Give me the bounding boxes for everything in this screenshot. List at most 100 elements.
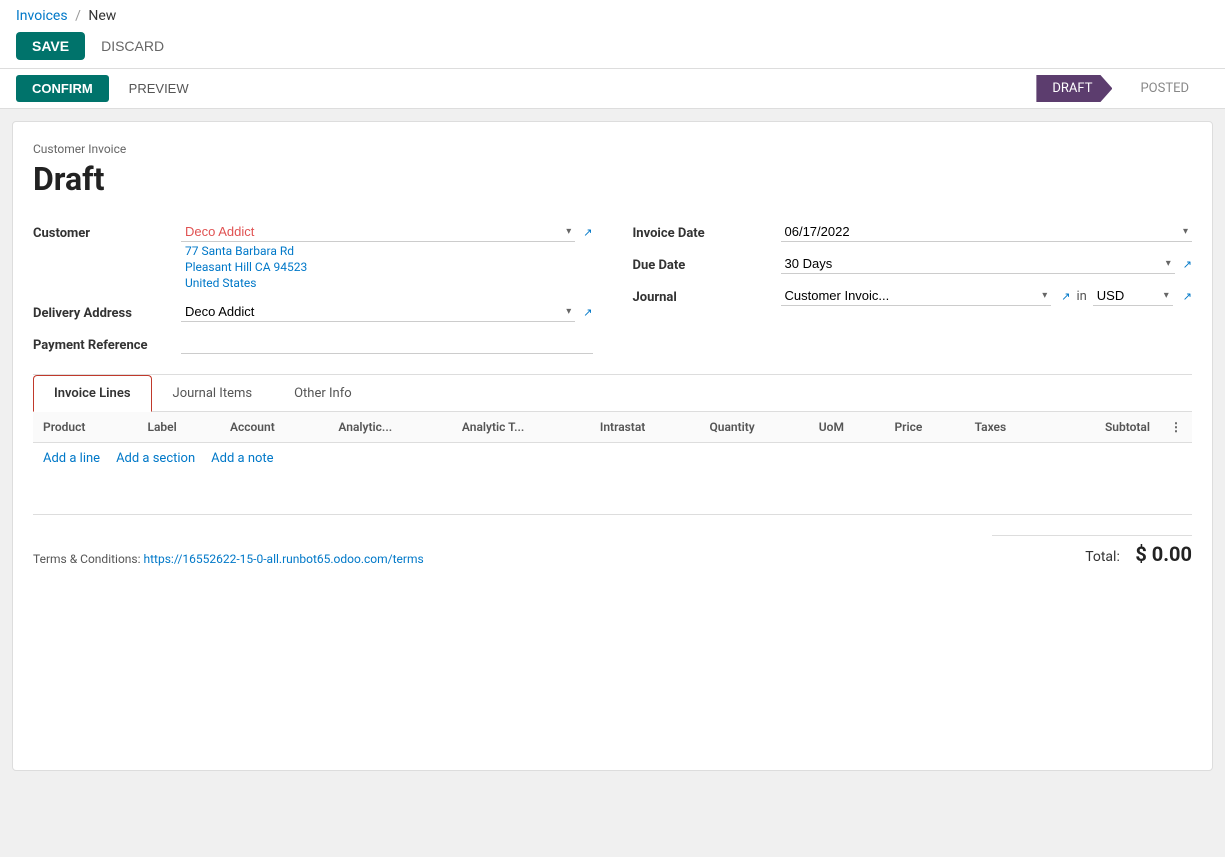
breadcrumb-current: New: [88, 8, 116, 24]
breadcrumb-separator: /: [75, 8, 81, 24]
currency-input[interactable]: [1097, 288, 1164, 303]
status-pipeline: DRAFT POSTED: [1036, 75, 1209, 102]
journal-external-link-icon[interactable]: ↗: [1061, 290, 1070, 303]
terms-link[interactable]: https://16552622-15-0-all.runbot65.odoo.…: [144, 552, 424, 566]
due-date-label: Due Date: [633, 254, 773, 273]
customer-row: Customer ▾ ↗ 77 Santa Barbara Rd Pleasan…: [33, 222, 593, 290]
due-date-external-link-icon[interactable]: ↗: [1183, 258, 1192, 271]
save-button[interactable]: SAVE: [16, 32, 85, 60]
status-step-draft[interactable]: DRAFT: [1036, 75, 1112, 102]
customer-name-row: ▾ ↗: [181, 222, 593, 242]
tab-invoice-lines[interactable]: Invoice Lines: [33, 375, 152, 412]
invoice-date-dropdown-icon[interactable]: ▾: [1183, 226, 1188, 237]
th-intrastat: Intrastat: [590, 412, 700, 443]
customer-dropdown-icon[interactable]: ▾: [566, 226, 571, 237]
status-step-posted[interactable]: POSTED: [1112, 75, 1209, 102]
table-header-row: Product Label Account Analytic... Analyt…: [33, 412, 1192, 443]
add-actions: Add a line Add a section Add a note: [33, 443, 1192, 474]
delivery-address-input[interactable]: [185, 304, 566, 319]
due-date-value: ▾ ↗: [781, 254, 1193, 274]
th-uom: UoM: [809, 412, 885, 443]
currency-dropdown-icon[interactable]: ▾: [1164, 290, 1169, 301]
th-subtotal: Subtotal: [1051, 412, 1160, 443]
customer-address-line2: Pleasant Hill CA 94523: [185, 260, 593, 274]
currency-field[interactable]: ▾: [1093, 286, 1173, 306]
add-section-button[interactable]: Add a section: [116, 451, 195, 466]
payment-reference-row: Payment Reference: [33, 334, 593, 354]
add-line-button[interactable]: Add a line: [43, 451, 100, 466]
invoice-status-title: Draft: [33, 160, 1192, 198]
th-analytic-t: Analytic T...: [452, 412, 590, 443]
invoice-type-label: Customer Invoice: [33, 142, 1192, 156]
invoice-table: Product Label Account Analytic... Analyt…: [33, 412, 1192, 443]
journal-value: ▾ ↗ in ▾ ↗: [781, 286, 1193, 306]
footer-section: Terms & Conditions: https://16552622-15-…: [33, 514, 1192, 566]
form-grid: Customer ▾ ↗ 77 Santa Barbara Rd Pleasan…: [33, 222, 1192, 354]
delivery-address-row: Delivery Address ▾ ↗: [33, 302, 593, 322]
customer-label: Customer: [33, 222, 173, 241]
payment-reference-label: Payment Reference: [33, 334, 173, 353]
total-divider: [992, 535, 1192, 536]
tab-other-info[interactable]: Other Info: [273, 375, 373, 412]
terms-label: Terms & Conditions:: [33, 552, 141, 566]
status-bar-left: CONFIRM PREVIEW: [16, 75, 197, 102]
th-price: Price: [884, 412, 964, 443]
journal-input[interactable]: [785, 288, 1043, 303]
form-right: Invoice Date ▾ Due Date ▾ ↗: [633, 222, 1193, 354]
th-account: Account: [220, 412, 328, 443]
delivery-address-field[interactable]: ▾: [181, 302, 575, 322]
invoice-date-field[interactable]: ▾: [781, 222, 1193, 242]
customer-address-line3: United States: [185, 276, 593, 290]
tab-journal-items[interactable]: Journal Items: [152, 375, 274, 412]
due-date-row: Due Date ▾ ↗: [633, 254, 1193, 274]
breadcrumb-parent[interactable]: Invoices: [16, 8, 68, 24]
status-step-draft-label: DRAFT: [1052, 81, 1092, 96]
customer-address-line1: 77 Santa Barbara Rd: [185, 244, 593, 258]
delivery-dropdown-icon[interactable]: ▾: [566, 306, 571, 317]
status-bar: CONFIRM PREVIEW DRAFT POSTED: [0, 69, 1225, 109]
form-left: Customer ▾ ↗ 77 Santa Barbara Rd Pleasan…: [33, 222, 593, 354]
payment-reference-input[interactable]: [181, 334, 593, 354]
delivery-external-link-icon[interactable]: ↗: [583, 306, 592, 319]
total-section: Total: $ 0.00: [992, 527, 1192, 566]
tabs: Invoice Lines Journal Items Other Info: [33, 375, 1192, 412]
status-step-posted-label: POSTED: [1140, 81, 1189, 96]
tab-journal-items-label: Journal Items: [173, 386, 253, 401]
preview-button[interactable]: PREVIEW: [121, 75, 197, 102]
tab-invoice-lines-label: Invoice Lines: [54, 386, 131, 401]
total-amount: $ 0.00: [1135, 542, 1192, 566]
discard-button[interactable]: DISCARD: [93, 32, 172, 60]
main-content: Customer Invoice Draft Customer ▾ ↗ 77 S…: [12, 121, 1213, 771]
delivery-address-label: Delivery Address: [33, 302, 173, 321]
breadcrumb: Invoices / New: [16, 8, 1209, 24]
invoice-date-input[interactable]: [785, 224, 1183, 239]
customer-external-link-icon[interactable]: ↗: [583, 226, 592, 239]
due-date-dropdown-icon[interactable]: ▾: [1166, 258, 1171, 269]
journal-field[interactable]: ▾: [781, 286, 1052, 306]
th-taxes: Taxes: [965, 412, 1051, 443]
journal-row: Journal ▾ ↗ in ▾ ↗: [633, 286, 1193, 306]
confirm-button[interactable]: CONFIRM: [16, 75, 109, 102]
th-analytic: Analytic...: [328, 412, 451, 443]
th-quantity: Quantity: [699, 412, 808, 443]
journal-currency-label: in: [1076, 289, 1086, 304]
invoice-date-label: Invoice Date: [633, 222, 773, 241]
invoice-date-value: ▾: [781, 222, 1193, 242]
customer-name-input[interactable]: [185, 224, 566, 239]
currency-external-link-icon[interactable]: ↗: [1183, 290, 1192, 303]
th-product: Product: [33, 412, 137, 443]
due-date-input[interactable]: [785, 256, 1166, 271]
customer-value-group: ▾ ↗ 77 Santa Barbara Rd Pleasant Hill CA…: [181, 222, 593, 290]
journal-label: Journal: [633, 286, 773, 305]
add-note-button[interactable]: Add a note: [211, 451, 273, 466]
tabs-container: Invoice Lines Journal Items Other Info P…: [33, 374, 1192, 474]
action-bar: SAVE DISCARD: [16, 32, 1209, 60]
th-label: Label: [137, 412, 220, 443]
customer-name-field[interactable]: ▾: [181, 222, 575, 242]
due-date-field[interactable]: ▾: [781, 254, 1175, 274]
journal-dropdown-icon[interactable]: ▾: [1042, 290, 1047, 301]
tab-other-info-label: Other Info: [294, 386, 352, 401]
th-menu[interactable]: ⋮: [1160, 412, 1192, 443]
payment-reference-value: [181, 334, 593, 354]
total-label: Total:: [1085, 549, 1120, 565]
